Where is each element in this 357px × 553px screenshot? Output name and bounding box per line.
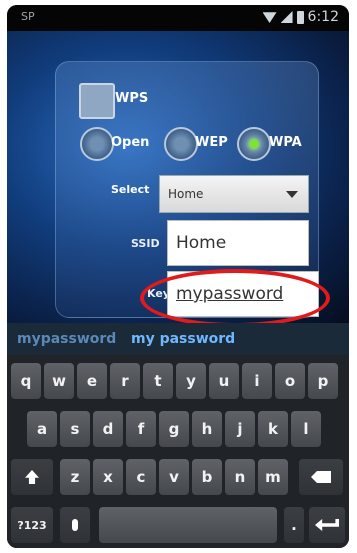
status-bar: SP 6:12 [7, 5, 349, 31]
suggestion-item[interactable]: mypassword [17, 331, 116, 347]
ssid-label: SSID [131, 237, 160, 250]
radio-wep[interactable] [164, 127, 198, 161]
status-icons: 6:12 [262, 9, 339, 25]
key-e[interactable]: e [77, 363, 107, 399]
key-f[interactable]: f [126, 411, 156, 447]
key-m[interactable]: m [258, 459, 288, 495]
ssid-value: Home [176, 233, 227, 253]
key-g[interactable]: g [159, 411, 189, 447]
symbols-key[interactable]: ?123 [11, 507, 53, 543]
shift-key[interactable] [11, 459, 53, 495]
battery-icon [296, 10, 304, 24]
phone-screen: SP 6:12 WPS Open WEP WPA Select Home SSI… [7, 5, 349, 548]
suggestion-item[interactable]: my password [131, 331, 235, 347]
select-label: Select [111, 183, 150, 196]
radio-wpa[interactable] [237, 127, 271, 161]
key-i[interactable]: i [242, 363, 272, 399]
key-h[interactable]: h [192, 411, 222, 447]
backspace-key[interactable] [299, 459, 343, 495]
key-k[interactable]: k [258, 411, 288, 447]
status-time: 6:12 [307, 9, 339, 25]
wps-label: WPS [115, 91, 149, 106]
key-u[interactable]: u [209, 363, 239, 399]
suggestion-bar: mypassword my password [7, 323, 349, 355]
voice-input-key[interactable] [60, 507, 90, 543]
enter-icon [315, 519, 339, 531]
key-q[interactable]: q [11, 363, 41, 399]
radio-wep-label: WEP [195, 135, 228, 150]
key-t[interactable]: t [143, 363, 173, 399]
network-select[interactable]: Home [159, 175, 309, 213]
key-n[interactable]: n [225, 459, 255, 495]
period-key[interactable]: . [284, 507, 304, 543]
backspace-icon [311, 471, 331, 483]
key-y[interactable]: y [176, 363, 206, 399]
key-b[interactable]: b [192, 459, 222, 495]
wps-checkbox[interactable] [79, 83, 115, 119]
key-d[interactable]: d [93, 411, 123, 447]
status-left-label: SP [21, 10, 35, 23]
highlight-ellipse [140, 269, 330, 327]
key-s[interactable]: s [60, 411, 90, 447]
signal-icon [280, 11, 293, 23]
key-x[interactable]: x [93, 459, 123, 495]
key-p[interactable]: p [308, 363, 338, 399]
key-j[interactable]: j [225, 411, 255, 447]
network-select-value: Home [168, 187, 204, 201]
key-l[interactable]: l [291, 411, 321, 447]
radio-open[interactable] [80, 127, 114, 161]
radio-open-label: Open [111, 135, 150, 150]
shift-icon [25, 470, 39, 484]
key-z[interactable]: z [60, 459, 90, 495]
key-c[interactable]: c [126, 459, 156, 495]
space-bar[interactable] [99, 507, 277, 543]
radio-wpa-label: WPA [269, 135, 302, 150]
key-v[interactable]: v [159, 459, 189, 495]
chevron-down-icon [286, 191, 298, 198]
key-w[interactable]: w [44, 363, 74, 399]
key-o[interactable]: o [275, 363, 305, 399]
key-r[interactable]: r [110, 363, 140, 399]
ssid-field[interactable]: Home [167, 220, 309, 266]
microphone-icon [72, 519, 78, 531]
radio-selected-indicator [249, 139, 259, 149]
enter-key[interactable] [309, 507, 345, 543]
wifi-icon [262, 12, 277, 23]
soft-keyboard: q w e r t y u i o p a s d f g h j k l z … [7, 355, 349, 548]
key-a[interactable]: a [27, 411, 57, 447]
